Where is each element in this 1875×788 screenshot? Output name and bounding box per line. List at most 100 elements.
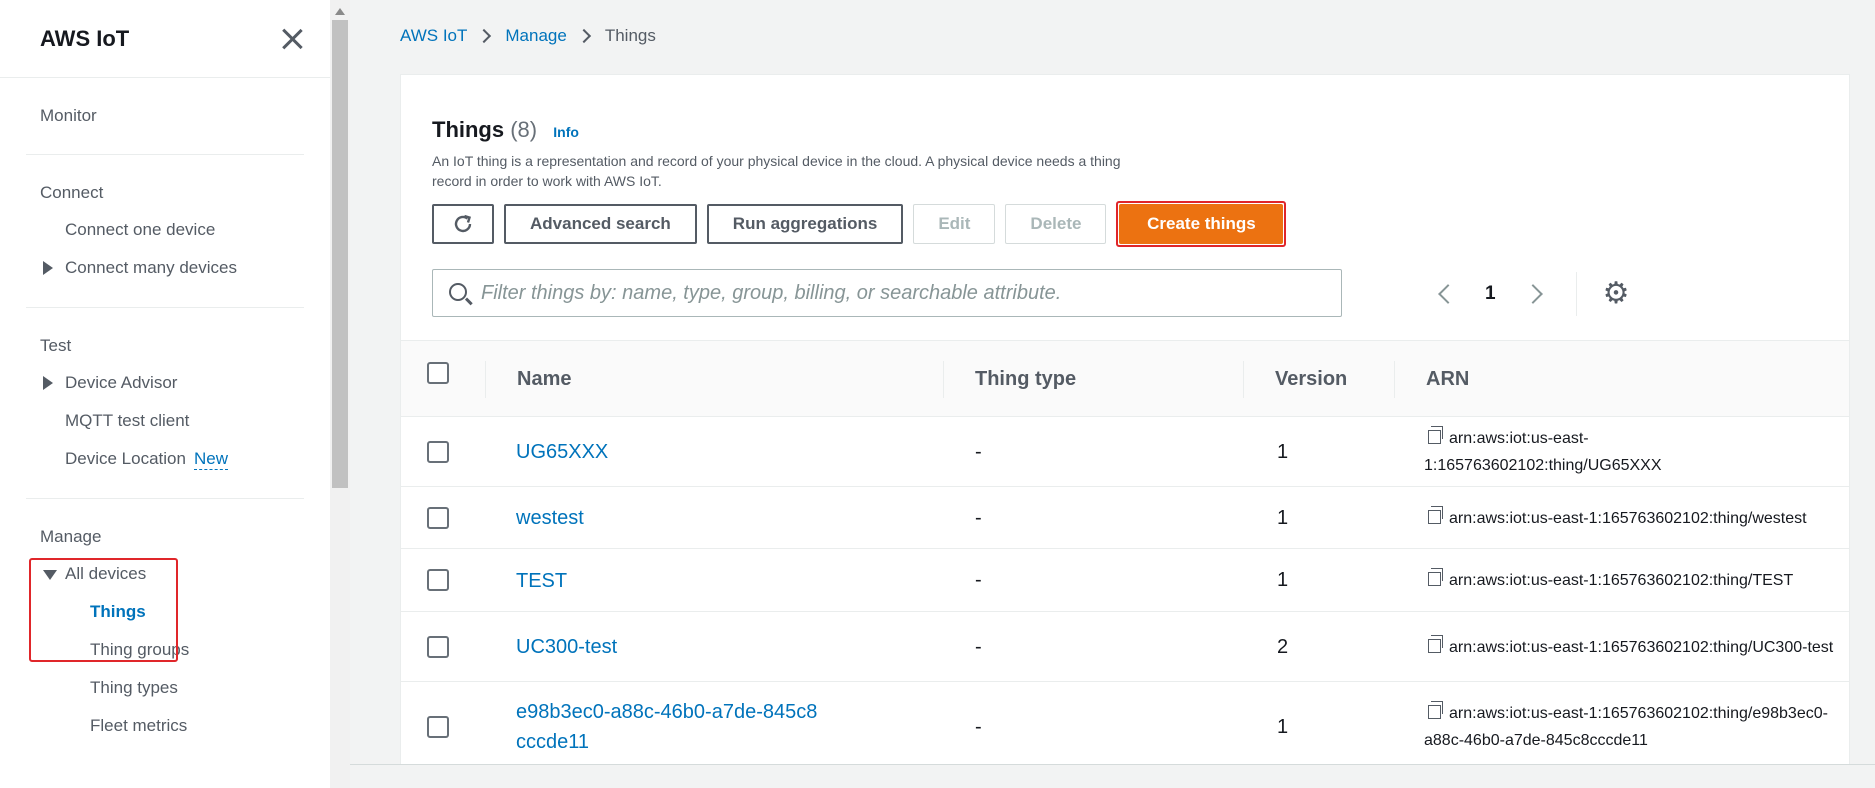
page-title: Things (8) Info (432, 117, 579, 143)
chevron-right-icon (477, 28, 492, 44)
scroll-up-icon[interactable] (335, 8, 345, 15)
table-row: e98b3ec0-a88c-46b0-a7de-845c8cccde11 - 1… (401, 682, 1849, 764)
thing-type: - (975, 635, 982, 658)
run-aggregations-button[interactable]: Run aggregations (706, 204, 904, 244)
thing-type: - (975, 440, 982, 463)
select-all-checkbox[interactable] (427, 362, 449, 384)
thing-version: 1 (1277, 440, 1289, 463)
main-content: AWS IoT Manage Things Things (8) Info An… (350, 0, 1875, 764)
sidebar-item-device-location[interactable]: Device Location New (40, 440, 330, 478)
sidebar-item-label: Thing types (90, 678, 178, 697)
thing-arn: arn:aws:iot:us-east-1:165763602102:thing… (1449, 638, 1834, 656)
row-checkbox[interactable] (427, 569, 449, 591)
things-table: Name Thing type Version ARN UG65XXX - 1 … (401, 340, 1849, 764)
chevron-right-icon[interactable] (1522, 284, 1543, 304)
things-panel: Things (8) Info An IoT thing is a repres… (400, 74, 1850, 764)
thing-name-link[interactable]: TEST (516, 566, 567, 596)
row-checkbox[interactable] (427, 716, 449, 738)
thing-arn: arn:aws:iot:us-east-1:165763602102:thing… (1449, 572, 1794, 589)
column-header-thing-type[interactable]: Thing type (975, 341, 1076, 418)
copy-icon[interactable] (1428, 701, 1443, 719)
breadcrumb-aws-iot[interactable]: AWS IoT (400, 26, 467, 46)
bottom-bar (350, 764, 1875, 788)
highlight-box-manage (29, 558, 178, 662)
things-count: (8) (510, 117, 538, 142)
table-row: UC300-test - 2 arn:aws:iot:us-east-1:165… (401, 612, 1849, 682)
sidebar-item-connect-many-devices[interactable]: Connect many devices (40, 249, 330, 287)
sidebar-item-label: Connect one device (65, 220, 216, 239)
sidebar-title: AWS IoT (40, 25, 130, 51)
action-bar: Advanced search Run aggregations Edit De… (432, 201, 1287, 247)
thing-arn: arn:aws:iot:us-east-1:165763602102:thing… (1449, 509, 1807, 527)
sidebar-header: AWS IoT (0, 0, 330, 78)
delete-button[interactable]: Delete (1005, 204, 1107, 244)
sidebar-heading-manage: Manage (40, 527, 102, 546)
current-page[interactable]: 1 (1485, 283, 1496, 305)
table-row: UG65XXX - 1 arn:aws:iot:us-east-1:165763… (401, 417, 1849, 487)
row-checkbox[interactable] (427, 636, 449, 658)
copy-icon[interactable] (1428, 505, 1443, 524)
sidebar-item-mqtt-test-client[interactable]: MQTT test client (40, 402, 330, 440)
sidebar-item-label: MQTT test client (65, 411, 190, 430)
row-checkbox[interactable] (427, 507, 449, 529)
new-badge[interactable]: New (193, 449, 228, 470)
create-things-button[interactable]: Create things (1119, 204, 1284, 244)
thing-name-link[interactable]: e98b3ec0-a88c-46b0-a7de-845c8cccde11 (516, 697, 826, 757)
copy-icon[interactable] (1428, 568, 1443, 586)
column-divider (943, 361, 944, 398)
thing-name-link[interactable]: UG65XXX (516, 437, 608, 467)
info-link[interactable]: Info (553, 124, 579, 140)
edit-button[interactable]: Edit (913, 204, 996, 244)
panel-description: An IoT thing is a representation and rec… (432, 153, 1121, 189)
thing-version: 1 (1277, 569, 1289, 591)
search-icon (449, 283, 467, 301)
sidebar-item-fleet-metrics[interactable]: Fleet metrics (40, 707, 330, 745)
pager-divider (1575, 272, 1577, 316)
sidebar-scrollbar[interactable] (330, 0, 350, 788)
close-icon[interactable] (279, 26, 305, 52)
thing-version: 1 (1277, 715, 1289, 738)
thing-version: 2 (1277, 635, 1289, 658)
scrollbar-thumb[interactable] (332, 20, 348, 488)
advanced-search-button[interactable]: Advanced search (504, 204, 697, 244)
refresh-icon (454, 214, 472, 233)
breadcrumb-things: Things (604, 26, 656, 45)
sidebar-item-label: Device Advisor (65, 373, 178, 392)
gear-icon[interactable]: ⚙ (1603, 279, 1630, 309)
sidebar-heading-connect: Connect (40, 183, 104, 202)
row-checkbox[interactable] (427, 441, 449, 463)
column-header-version[interactable]: Version (1275, 341, 1347, 418)
chevron-left-icon[interactable] (1438, 284, 1458, 304)
table-row: westest - 1 arn:aws:iot:us-east-1:165763… (401, 487, 1849, 549)
table-header: Name Thing type Version ARN (401, 340, 1849, 418)
refresh-button[interactable] (432, 204, 494, 244)
column-header-name[interactable]: Name (517, 341, 571, 418)
thing-arn: arn:aws:iot:us-east-1:165763602102:thing… (1424, 705, 1828, 749)
sidebar-item-device-advisor[interactable]: Device Advisor (40, 364, 330, 402)
caret-right-icon[interactable] (43, 376, 53, 390)
sidebar-item-monitor[interactable]: Monitor (40, 98, 330, 134)
copy-icon[interactable] (1428, 426, 1443, 444)
column-divider (1394, 361, 1395, 398)
sidebar-item-label: Connect many devices (65, 258, 237, 277)
pagination: 1 ⚙ (1433, 272, 1629, 316)
sidebar-item-thing-types[interactable]: Thing types (40, 669, 330, 707)
column-header-arn[interactable]: ARN (1426, 341, 1469, 418)
copy-icon[interactable] (1428, 634, 1443, 653)
thing-name-link[interactable]: UC300-test (516, 632, 617, 662)
breadcrumb-manage[interactable]: Manage (505, 26, 566, 46)
table-row: TEST - 1 arn:aws:iot:us-east-1:165763602… (401, 549, 1849, 612)
column-divider (485, 361, 486, 398)
caret-right-icon[interactable] (43, 261, 53, 275)
thing-version: 1 (1277, 506, 1289, 529)
sidebar-item-label: Fleet metrics (90, 716, 188, 735)
sidebar-item-connect-one-device[interactable]: Connect one device (40, 211, 330, 249)
chevron-right-icon (576, 28, 591, 44)
thing-name-link[interactable]: westest (516, 503, 584, 533)
thing-type: - (975, 715, 982, 738)
breadcrumb: AWS IoT Manage Things (400, 26, 656, 46)
search-box (432, 269, 1342, 317)
column-divider (1243, 361, 1244, 398)
thing-type: - (975, 569, 982, 591)
search-input[interactable] (481, 281, 1321, 305)
